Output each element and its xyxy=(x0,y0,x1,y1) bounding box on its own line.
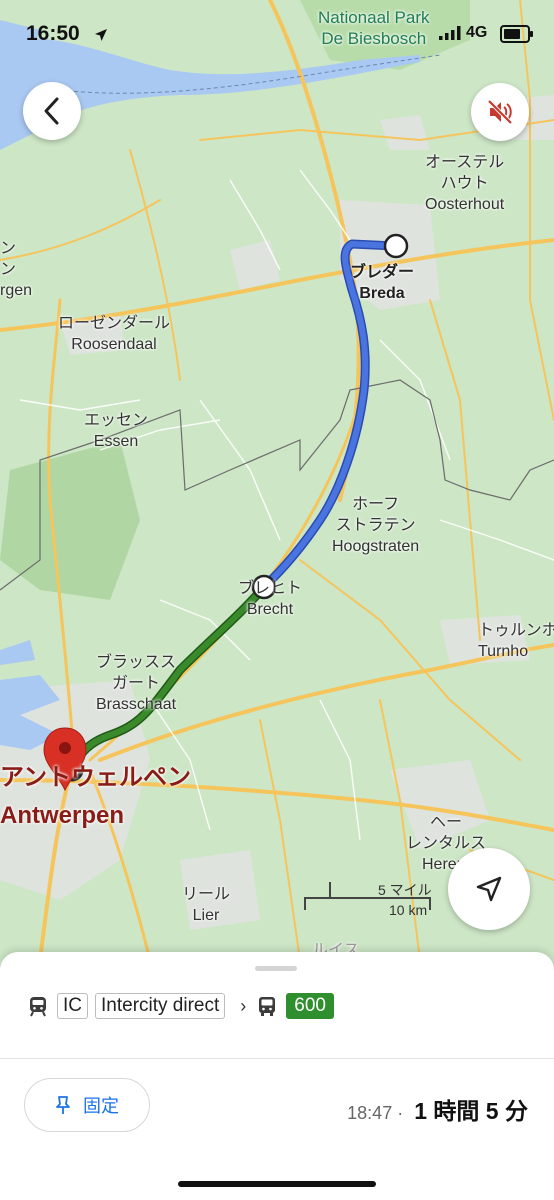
chevron-left-icon xyxy=(44,97,59,125)
trip-duration: 1 時間 5 分 xyxy=(414,1098,528,1124)
status-time: 16:50 xyxy=(26,22,80,45)
network-type: 4G xyxy=(466,24,488,41)
scale-miles: 5 マイル xyxy=(378,882,432,898)
location-arrow-icon xyxy=(95,29,107,41)
map-label-essen: エッセン Essen xyxy=(84,412,149,450)
route-tag-bus-600: 600 xyxy=(286,993,334,1019)
route-summary[interactable]: IC Intercity direct › 600 xyxy=(27,992,341,1020)
map-scale: 5 マイル 10 km xyxy=(303,880,443,920)
home-indicator[interactable] xyxy=(178,1181,376,1187)
map-label-brecht: ブレヒト Brecht xyxy=(238,580,303,618)
navigation-arrow-icon xyxy=(476,876,502,902)
route-tag-intercity-direct: Intercity direct xyxy=(95,993,226,1019)
map-label-roosendaal: ローゼンダール Roosendaal xyxy=(58,315,171,353)
sheet-divider xyxy=(0,1058,554,1059)
bus-icon xyxy=(259,997,276,1016)
map-label-antwerpen-jp: アントウェルペン xyxy=(0,764,192,791)
signal-icon xyxy=(439,26,461,40)
route-details-sheet[interactable]: IC Intercity direct › 600 固定 18:47 · 1 時… xyxy=(0,952,554,1200)
arrival-time: 18:47 xyxy=(347,1103,393,1123)
back-button[interactable] xyxy=(23,82,81,140)
map-label-breda: ブレダー Breda xyxy=(350,264,415,302)
speaker-muted-icon xyxy=(487,99,513,125)
mute-button[interactable] xyxy=(471,83,529,141)
pin-trip-button[interactable]: 固定 xyxy=(24,1078,150,1132)
map-label-oosterhout: オーステル ハウト Oosterhout xyxy=(425,154,505,213)
map-label-turnhout: トゥルンホ Turnho xyxy=(478,622,554,660)
map-label-bergen: ンン rgen xyxy=(0,240,33,299)
route-tag-ic: IC xyxy=(57,993,88,1019)
scale-km: 10 km xyxy=(389,902,428,918)
sheet-drag-handle[interactable] xyxy=(255,966,297,971)
map-label-lier: リール Lier xyxy=(182,886,231,924)
status-bar: 16:50 4G xyxy=(0,0,554,66)
map-label-antwerpen: Antwerpen xyxy=(0,802,125,829)
map-label-brasschaat: ブラッスス ガート Brasschaat xyxy=(96,654,177,713)
my-location-button[interactable] xyxy=(448,848,530,930)
battery-icon xyxy=(500,25,533,43)
eta-separator: · xyxy=(397,1103,404,1123)
pin-label: 固定 xyxy=(83,1096,119,1116)
pin-icon xyxy=(56,1096,70,1114)
chevron-right-icon: › xyxy=(240,995,247,1016)
map-label-hoogstraten: ホーフ ストラテン Hoogstraten xyxy=(332,496,420,555)
trip-eta: 18:47 · 1 時間 5 分 xyxy=(347,1092,528,1126)
train-icon xyxy=(30,997,46,1017)
